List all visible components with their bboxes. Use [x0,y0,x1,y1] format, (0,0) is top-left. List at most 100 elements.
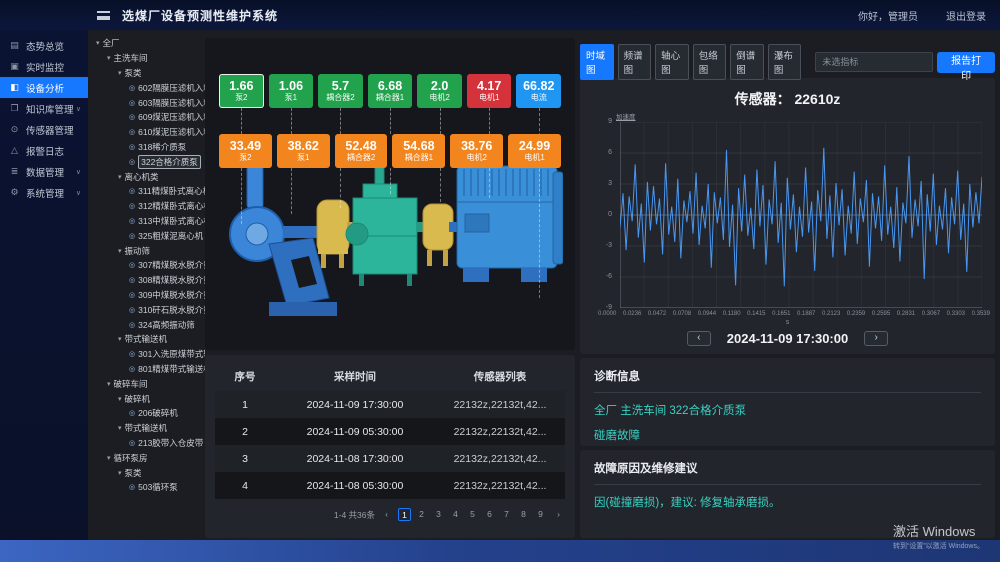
table-row[interactable]: 2 2024-11-09 05:30:00 22132z,22132t,42..… [215,418,565,445]
tree-node[interactable]: ▾ ◎ 603隔膜压滤机入料泵 [92,95,205,110]
tree-node[interactable]: ▾ ◎ 801精煤带式输送机 [92,362,205,377]
logout-link[interactable]: 退出登录 [946,8,986,23]
tree-node-label: 801精煤带式输送机 [138,363,205,375]
next-date-button[interactable]: › [864,331,888,346]
tree-node[interactable]: ▾ ◎ 泵类 [92,66,205,81]
page-number[interactable]: 1 [398,508,411,521]
tree-node-label: 301入洗原煤带式输送机 [138,348,205,360]
view-mode-button[interactable]: 瀑布图 [768,44,802,80]
caret-down-icon: ▾ [96,39,100,47]
tree-node[interactable]: ▾ ◎ 322合格介质泵 [92,154,205,169]
analysis[interactable]: ◧ 设备分析 [0,77,88,98]
data[interactable]: ≣ 数据管理 ∨ [0,161,88,182]
page-number[interactable]: 8 [517,508,530,521]
table-row[interactable]: 4 2024-11-08 05:30:00 22132z,22132t,42..… [215,472,565,499]
tree-node[interactable]: ▾ ◎ 213胶带入仓皮带 [92,436,205,451]
tree-node-label: 循环泵房 [114,452,148,464]
tree-node[interactable]: ▾ ◎ 313中煤卧式离心机 [92,214,205,229]
sidebar-item-icon: ≣ [9,166,20,177]
view-mode-button[interactable]: 轴心图 [655,44,689,80]
cell-time: 2024-11-09 05:30:00 [275,426,435,438]
tree-node[interactable]: ▾ ◎ 325粗煤泥离心机 [92,228,205,243]
tree-node[interactable]: ▾ ◎ 破碎机 [92,391,205,406]
indicator-input[interactable] [815,52,933,72]
gauge-box[interactable]: 54.68 耦合器1 [392,134,445,168]
menu-icon[interactable] [97,11,110,20]
gauge-box[interactable]: 38.62 泵1 [277,134,330,168]
gauge-box[interactable]: 1.66 泵2 [219,74,264,108]
page-number[interactable]: 7 [500,508,513,521]
tree-node[interactable]: ▾ ◎ 609煤泥压滤机入料泵 [92,110,205,125]
gauge-box[interactable]: 1.06 泵1 [269,74,314,108]
report-print-button[interactable]: 报告打印 [937,52,995,73]
view-mode-button[interactable]: 时域图 [580,44,614,80]
table-row[interactable]: 3 2024-11-08 17:30:00 22132z,22132t,42..… [215,445,565,472]
view-mode-button[interactable]: 频谱图 [618,44,652,80]
view-mode-button[interactable]: 倒谱图 [730,44,764,80]
alarm[interactable]: △ 报警日志 [0,140,88,161]
gauge-box[interactable]: 6.68 耦合器1 [368,74,413,108]
tree-node[interactable]: ▾ ◎ 312精煤卧式离心机 [92,199,205,214]
device-dot-icon: ◎ [129,291,135,299]
knowledge[interactable]: ❐ 知识库管理 ∨ [0,98,88,119]
tree-node[interactable]: ▾ ◎ 301入洗原煤带式输送机 [92,347,205,362]
connector-dash [440,168,441,202]
page-number[interactable]: 3 [432,508,445,521]
sidebar-item-icon: ⚙ [9,187,20,198]
gauge-box[interactable]: 38.76 电机2 [450,134,503,168]
tree-node[interactable]: ▾ ◎ 破碎车间 [92,376,205,391]
x-tick: 0.2595 [872,311,890,317]
tree-node[interactable]: ▾ ◎ 308精煤脱水脱介筛 [92,273,205,288]
gauge-box[interactable]: 2.0 电机2 [417,74,462,108]
diagnosis-location: 全厂 主洗车间 322合格介质泵 [594,402,981,418]
tree-node[interactable]: ▾ ◎ 离心机类 [92,169,205,184]
gauge-box[interactable]: 33.49 泵2 [219,134,272,168]
tree-node[interactable]: ▾ ◎ 602隔膜压滤机入料泵 [92,80,205,95]
tree-node[interactable]: ▾ ◎ 311精煤卧式离心机 [92,184,205,199]
tree-node[interactable]: ▾ ◎ 310矸石脱水脱介筛 [92,302,205,317]
tree-node[interactable]: ▾ ◎ 带式输送机 [92,332,205,347]
tree-node[interactable]: ▾ ◎ 503循环泵 [92,480,205,495]
page-number[interactable]: 4 [449,508,462,521]
table-row[interactable]: 1 2024-11-09 17:30:00 22132z,22132t,42..… [215,391,565,418]
page-prev-icon[interactable]: ‹ [380,508,393,521]
connector-dash [291,108,292,134]
sensor[interactable]: ⊙ 传感器管理 [0,119,88,140]
view-mode-button[interactable]: 包络图 [693,44,727,80]
monitor[interactable]: ▣ 实时监控 [0,56,88,77]
gauge-box[interactable]: 24.99 电机1 [508,134,561,168]
tree-node[interactable]: ▾ ◎ 206破碎机 [92,406,205,421]
connector-dash [340,108,341,134]
tree-node[interactable]: ▾ ◎ 309中煤脱水脱介筛 [92,288,205,303]
tree-node[interactable]: ▾ ◎ 307精煤脱水脱介筛 [92,258,205,273]
table-body: 1 2024-11-09 17:30:00 22132z,22132t,42..… [215,391,565,499]
tree-node[interactable]: ▾ ◎ 振动筛 [92,243,205,258]
tree-node[interactable]: ▾ ◎ 610煤泥压滤机入料泵 [92,125,205,140]
system[interactable]: ⚙ 系统管理 ∨ [0,182,88,203]
gauge-label: 泵2 [235,94,247,103]
tree-node[interactable]: ▾ ◎ 主洗车间 [92,51,205,66]
tree-node[interactable]: ▾ ◎ 循环泵房 [92,450,205,465]
tree-node-label: 破碎车间 [114,378,148,390]
gauge-box[interactable]: 5.7 耦合器2 [318,74,363,108]
tree-node[interactable]: ▾ ◎ 带式输送机 [92,421,205,436]
tree-node[interactable]: ▾ ◎ 318稀介质泵 [92,140,205,155]
page-number[interactable]: 6 [483,508,496,521]
page-number[interactable]: 2 [415,508,428,521]
page-next-icon[interactable]: › [552,508,565,521]
x-tick: 0.3067 [922,311,940,317]
gauge-box[interactable]: 52.48 耦合器2 [335,134,388,168]
overview[interactable]: ▤ 态势总览 [0,35,88,56]
tree-node[interactable]: ▾ ◎ 全厂 [92,36,205,51]
page-number[interactable]: 5 [466,508,479,521]
x-tick: 0.0472 [648,311,666,317]
analysis-toolbar: 时域图 频谱图 轴心图 包络图 倒谱图 瀑布图 报告打印 [580,50,995,74]
x-tick: 0.1415 [747,311,765,317]
gauge-box[interactable]: 66.82 电流 [516,74,561,108]
gauge-box[interactable]: 4.17 电机1 [467,74,512,108]
prev-date-button[interactable]: ‹ [687,331,711,346]
page-number[interactable]: 9 [534,508,547,521]
tree-node[interactable]: ▾ ◎ 泵类 [92,465,205,480]
tree-node[interactable]: ▾ ◎ 324高频振动筛 [92,317,205,332]
x-tick: 0.0944 [698,311,716,317]
